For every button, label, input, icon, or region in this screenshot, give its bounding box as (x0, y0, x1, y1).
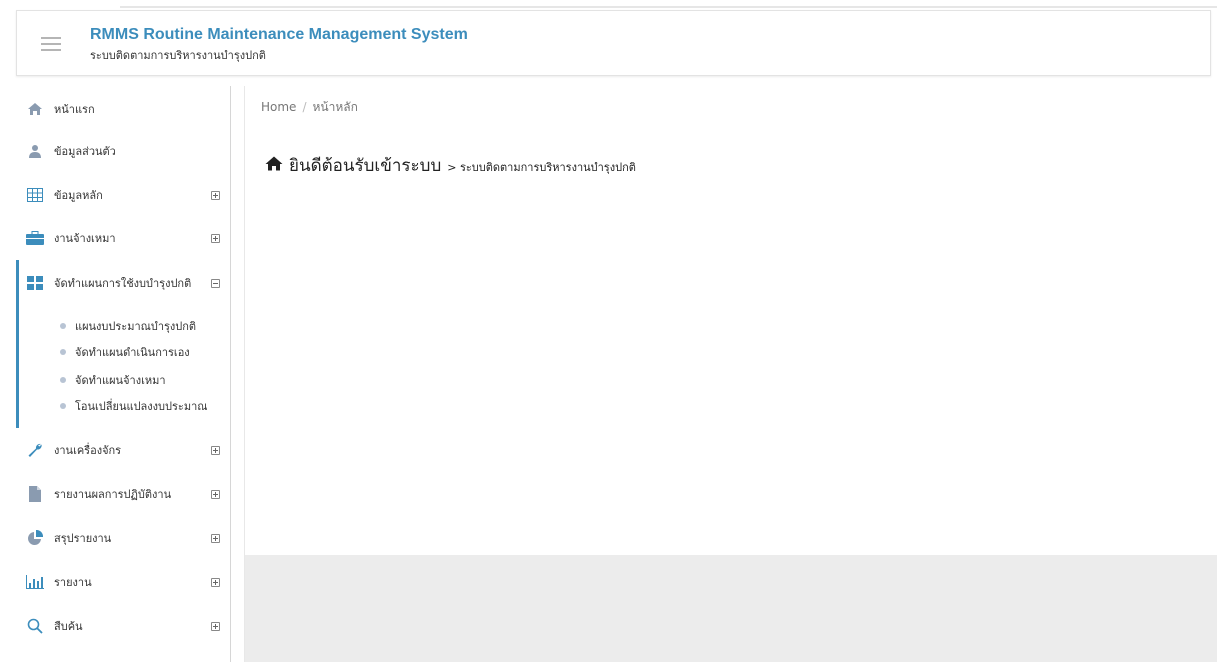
sidebar-item-label: รายงานผลการปฏิบัติงาน (54, 488, 172, 501)
file-icon (26, 485, 44, 503)
bar-chart-icon (26, 573, 44, 591)
sidebar-divider (230, 86, 231, 662)
sidebar-item-label: ข้อมูลหลัก (54, 189, 103, 202)
footer-area (245, 555, 1217, 662)
sidebar-item-label: ข้อมูลส่วนตัว (54, 145, 116, 158)
submenu-item-budget-transfer[interactable]: โอนเปลี่ยนแปลงงบประมาณ (60, 396, 207, 416)
submenu-item-contract-plan[interactable]: จัดทำแผนจ้างเหมา (60, 370, 166, 390)
expand-icon[interactable] (211, 190, 220, 200)
sidebar-item-reports[interactable]: รายงาน (16, 570, 230, 594)
table-icon (26, 186, 44, 204)
breadcrumb-current: หน้าหลัก (312, 100, 358, 114)
main-content: Home / หน้าหลัก ยินดีต้อนรับเข้าระบบ > ระบ… (245, 86, 1217, 555)
sidebar-item-label: รายงาน (54, 576, 92, 589)
submenu-item-label: โอนเปลี่ยนแปลงงบประมาณ (75, 400, 208, 413)
pie-chart-icon (26, 529, 44, 547)
sidebar-item-contract-work[interactable]: งานจ้างเหมา (16, 226, 230, 250)
submenu-item-label: จัดทำแผนดำเนินการเอง (75, 346, 190, 359)
expand-icon[interactable] (211, 533, 220, 543)
page-title-text: ยินดีต้อนรับเข้าระบบ (289, 156, 442, 176)
briefcase-icon (26, 229, 44, 247)
wrench-icon (26, 441, 44, 459)
breadcrumb: Home / หน้าหลัก (261, 98, 358, 117)
page-subtitle: > ระบบติดตามการบริหารงานบำรุงปกติ (447, 161, 636, 174)
sidebar-item-machinery[interactable]: งานเครื่องจักร (16, 438, 230, 462)
breadcrumb-separator: / (302, 100, 307, 114)
user-icon (26, 142, 44, 160)
bullet-icon (60, 349, 66, 355)
sidebar-item-label: หน้าแรก (54, 103, 95, 116)
brand[interactable]: RMMS Routine Maintenance Management Syst… (90, 26, 468, 64)
expand-icon[interactable] (211, 489, 220, 499)
app-subtitle: ระบบติดตามการบริหารงานบำรุงปกติ (90, 49, 266, 62)
grid-icon (26, 274, 44, 292)
sidebar-item-profile[interactable]: ข้อมูลส่วนตัว (16, 139, 230, 163)
sidebar-item-master-data[interactable]: ข้อมูลหลัก (16, 183, 230, 207)
submenu-item-label: แผนงบประมาณบำรุงปกติ (75, 320, 197, 333)
submenu-item-budget-plan[interactable]: แผนงบประมาณบำรุงปกติ (60, 316, 196, 336)
sidebar-item-home[interactable]: หน้าแรก (16, 97, 230, 121)
home-icon (26, 100, 44, 118)
search-icon (26, 617, 44, 635)
sidebar-item-label: สรุปรายงาน (54, 532, 112, 545)
sidebar-item-budget-plan[interactable]: จัดทำแผนการใช้งบบำรุงปกติ (16, 271, 230, 295)
bullet-icon (60, 377, 66, 383)
expand-icon[interactable] (211, 621, 220, 631)
submenu-item-label: จัดทำแผนจ้างเหมา (75, 374, 166, 387)
sidebar-item-label: จัดทำแผนการใช้งบบำรุงปกติ (54, 277, 192, 290)
sidebar-item-report-summary[interactable]: สรุปรายงาน (16, 526, 230, 550)
menu-toggle-icon[interactable] (41, 37, 61, 51)
expand-icon[interactable] (211, 577, 220, 587)
sidebar: หน้าแรก ข้อมูลส่วนตัว ข้อมูลหลัก งานจ้าง… (16, 86, 230, 662)
app-title: RMMS Routine Maintenance Management Syst… (90, 26, 468, 43)
expand-icon[interactable] (211, 445, 220, 455)
page-title: ยินดีต้อนรับเข้าระบบ > ระบบติดตามการบริห… (265, 152, 636, 179)
collapse-icon[interactable] (211, 278, 220, 288)
sidebar-item-label: งานจ้างเหมา (54, 232, 116, 245)
app-header: RMMS Routine Maintenance Management Syst… (16, 10, 1211, 76)
breadcrumb-home[interactable]: Home (261, 100, 296, 114)
submenu-item-self-operation[interactable]: จัดทำแผนดำเนินการเอง (60, 342, 190, 362)
expand-icon[interactable] (211, 233, 220, 243)
sidebar-item-performance-report[interactable]: รายงานผลการปฏิบัติงาน (16, 482, 230, 506)
top-divider (120, 6, 1217, 8)
home-icon (265, 156, 283, 175)
sidebar-item-search[interactable]: สืบค้น (16, 614, 230, 638)
sidebar-item-label: งานเครื่องจักร (54, 444, 122, 457)
bullet-icon (60, 403, 66, 409)
bullet-icon (60, 323, 66, 329)
sidebar-item-label: สืบค้น (54, 620, 83, 633)
